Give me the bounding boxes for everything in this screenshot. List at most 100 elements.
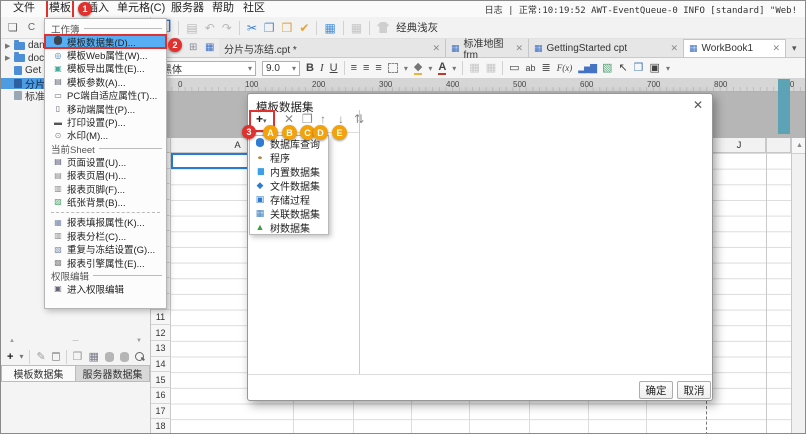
cancel-button[interactable]: 取消 bbox=[677, 381, 711, 399]
image-icon[interactable]: ▧ bbox=[602, 63, 612, 74]
menu-item-mobile-attr[interactable]: ▯ 移动端属性(P)... bbox=[45, 102, 166, 115]
delete-icon[interactable] bbox=[52, 352, 60, 361]
dropdown-item-tree-dataset[interactable]: ▲ 树数据集 bbox=[250, 220, 328, 234]
undo-icon[interactable]: ↶ bbox=[205, 22, 215, 34]
dropdown-item-builtin-dataset[interactable]: ▮▮ 内置数据集 bbox=[250, 164, 328, 178]
add-dataset-icon[interactable]: + bbox=[7, 351, 13, 363]
row-header[interactable]: 18 bbox=[151, 419, 171, 434]
edit-icon[interactable]: ✎ bbox=[36, 350, 45, 363]
format-painter-icon[interactable]: ✔ bbox=[299, 22, 309, 34]
menu-item-watermark[interactable]: ⊙ 水印(M)... bbox=[45, 129, 166, 142]
font-color-icon[interactable]: A bbox=[438, 62, 446, 75]
copy-icon[interactable]: ❐ bbox=[264, 22, 275, 34]
tab-document-2[interactable]: ▦ 标准地图 frm ✕ bbox=[446, 39, 529, 57]
formula-icon[interactable]: F(x) bbox=[557, 64, 573, 73]
expand-arrow-icon[interactable]: ▶ bbox=[5, 54, 11, 62]
align-center-icon[interactable]: ≡ bbox=[363, 63, 369, 74]
save-icon[interactable]: ▤ bbox=[186, 22, 197, 34]
panel-collapse-handles[interactable]: ▲—▼ bbox=[1, 338, 150, 344]
underline-button[interactable]: U bbox=[330, 63, 338, 74]
expand-arrow-icon[interactable]: ▶ bbox=[5, 42, 11, 50]
database-icon[interactable] bbox=[105, 352, 114, 362]
bold-button[interactable]: B bbox=[306, 63, 314, 74]
menu-item-pc-adaptive[interactable]: ▭ PC端自适应属性(T)... bbox=[45, 89, 166, 102]
rich-text-icon[interactable]: ≣ bbox=[542, 63, 551, 74]
menu-item-fill-attr[interactable]: ▦ 报表填报属性(K)... bbox=[45, 216, 166, 229]
remove-dataset-icon[interactable]: ✕ bbox=[284, 113, 294, 125]
menu-item-repeat-freeze[interactable]: ▧ 重复与冻结设置(G)... bbox=[45, 242, 166, 255]
view-toggle-icon[interactable]: ⊞ bbox=[189, 42, 197, 53]
text-widget-icon[interactable]: ▭ bbox=[509, 63, 519, 74]
row-header[interactable]: 11 bbox=[151, 310, 171, 326]
chart-icon[interactable]: ▂▅▇ bbox=[578, 64, 596, 73]
menu-item-report-header[interactable]: ▤ 报表页眉(H)... bbox=[45, 169, 166, 182]
font-family-select[interactable]: 黑体▾ bbox=[158, 61, 256, 76]
table-icon[interactable]: ▦ bbox=[89, 350, 99, 363]
copy-dataset-icon[interactable]: ❐ bbox=[302, 113, 313, 125]
close-tab-icon[interactable]: ✕ bbox=[670, 43, 678, 54]
menu-server[interactable]: 服务器 bbox=[171, 1, 204, 16]
menu-item-engine-attr[interactable]: ▩ 报表引擎属性(E)... bbox=[45, 256, 166, 269]
preview-icon[interactable]: ▦ bbox=[324, 22, 335, 34]
redo-icon[interactable]: ↷ bbox=[222, 22, 232, 34]
preview-data-icon[interactable]: ❐ bbox=[73, 350, 83, 363]
column-header-blank[interactable] bbox=[766, 138, 791, 152]
font-size-select[interactable]: 9.0▾ bbox=[262, 61, 300, 76]
row-header[interactable]: 16 bbox=[151, 388, 171, 404]
subreport-icon[interactable]: ❒ bbox=[634, 63, 644, 74]
menu-item-template-dataset[interactable]: 模板数据集(D)... bbox=[45, 35, 166, 48]
tab-document-1[interactable]: 分片与冻结.cpt * ✕ bbox=[219, 39, 446, 57]
move-up-icon[interactable]: ↑ bbox=[320, 113, 326, 125]
menu-item-report-columns[interactable]: ▥ 报表分栏(C)... bbox=[45, 229, 166, 242]
menu-item-page-setup[interactable]: ▤ 页面设置(U)... bbox=[45, 155, 166, 168]
tab-server-dataset[interactable]: 服务器数据集 bbox=[76, 365, 150, 382]
menu-template[interactable]: 模板 bbox=[49, 1, 71, 16]
menu-cell[interactable]: 单元格(C) bbox=[117, 1, 165, 16]
dropdown-item-program[interactable]: ● 程序 bbox=[250, 150, 328, 164]
menu-item-permission-edit[interactable]: ▣ 进入权限编辑 bbox=[45, 282, 166, 295]
theme-shirt-icon[interactable] bbox=[377, 22, 389, 33]
dropdown-item-file-dataset[interactable]: ◆ 文件数据集 bbox=[250, 178, 328, 192]
row-header[interactable]: 15 bbox=[151, 372, 171, 388]
textbox-icon[interactable]: ab bbox=[526, 64, 536, 73]
search-icon[interactable] bbox=[135, 352, 144, 361]
scroll-up-icon[interactable]: ▲ bbox=[792, 138, 806, 154]
menu-file[interactable]: 文件 bbox=[13, 1, 35, 16]
close-tab-icon[interactable]: ✕ bbox=[772, 43, 780, 54]
menu-item-print-settings[interactable]: ▬ 打印设置(P)... bbox=[45, 115, 166, 128]
new-window-icon[interactable]: ❏ bbox=[8, 21, 18, 34]
cut-icon[interactable]: ✂ bbox=[247, 22, 257, 34]
menu-item-paper-background[interactable]: ▨ 纸张背景(B)... bbox=[45, 195, 166, 208]
vertical-scrollbar[interactable]: ▲ bbox=[791, 138, 806, 434]
frame-icon[interactable]: ▣ bbox=[650, 63, 660, 74]
refresh-icon[interactable]: C bbox=[28, 22, 35, 33]
row-header[interactable]: 14 bbox=[151, 357, 171, 373]
menu-item-web-attr[interactable]: ◎ 模板Web属性(W)... bbox=[45, 48, 166, 61]
pointer-icon[interactable]: ↖ bbox=[618, 63, 627, 74]
row-header[interactable]: 13 bbox=[151, 341, 171, 357]
report-view-icon[interactable]: ▦ bbox=[205, 42, 214, 53]
dropdown-item-stored-procedure[interactable]: ▣ 存储过程 bbox=[250, 192, 328, 206]
column-header-j[interactable]: J bbox=[713, 138, 766, 152]
tab-overflow-icon[interactable]: ▾ bbox=[792, 43, 797, 54]
menu-item-export-attr[interactable]: ▣ 模板导出属性(E)... bbox=[45, 62, 166, 75]
tab-template-dataset[interactable]: 模板数据集 bbox=[1, 365, 76, 382]
align-left-icon[interactable]: ≡ bbox=[351, 63, 357, 74]
align-right-icon[interactable]: ≡ bbox=[375, 63, 381, 74]
fill-color-icon[interactable]: ◆ bbox=[414, 62, 422, 75]
dropdown-item-related-dataset[interactable]: ▦ 关联数据集 bbox=[250, 206, 328, 220]
theme-label[interactable]: 经典浅灰 bbox=[396, 20, 438, 35]
paste-icon[interactable]: ❒ bbox=[282, 22, 293, 34]
menu-item-parameters[interactable]: ▤ 模板参数(A)... bbox=[45, 75, 166, 88]
row-header[interactable]: 17 bbox=[151, 404, 171, 420]
menu-item-report-footer[interactable]: ▥ 报表页脚(F)... bbox=[45, 182, 166, 195]
move-down-icon[interactable]: ↓ bbox=[338, 113, 344, 125]
close-tab-icon[interactable]: ✕ bbox=[432, 43, 440, 54]
ok-button[interactable]: 确定 bbox=[639, 381, 673, 399]
database-icon[interactable] bbox=[120, 352, 129, 362]
row-header[interactable]: 12 bbox=[151, 325, 171, 341]
italic-button[interactable]: I bbox=[320, 63, 324, 74]
tab-document-4-active[interactable]: ▦ WorkBook1 ✕ bbox=[684, 39, 786, 57]
borders-icon[interactable] bbox=[388, 63, 398, 73]
close-tab-icon[interactable]: ✕ bbox=[515, 43, 523, 54]
